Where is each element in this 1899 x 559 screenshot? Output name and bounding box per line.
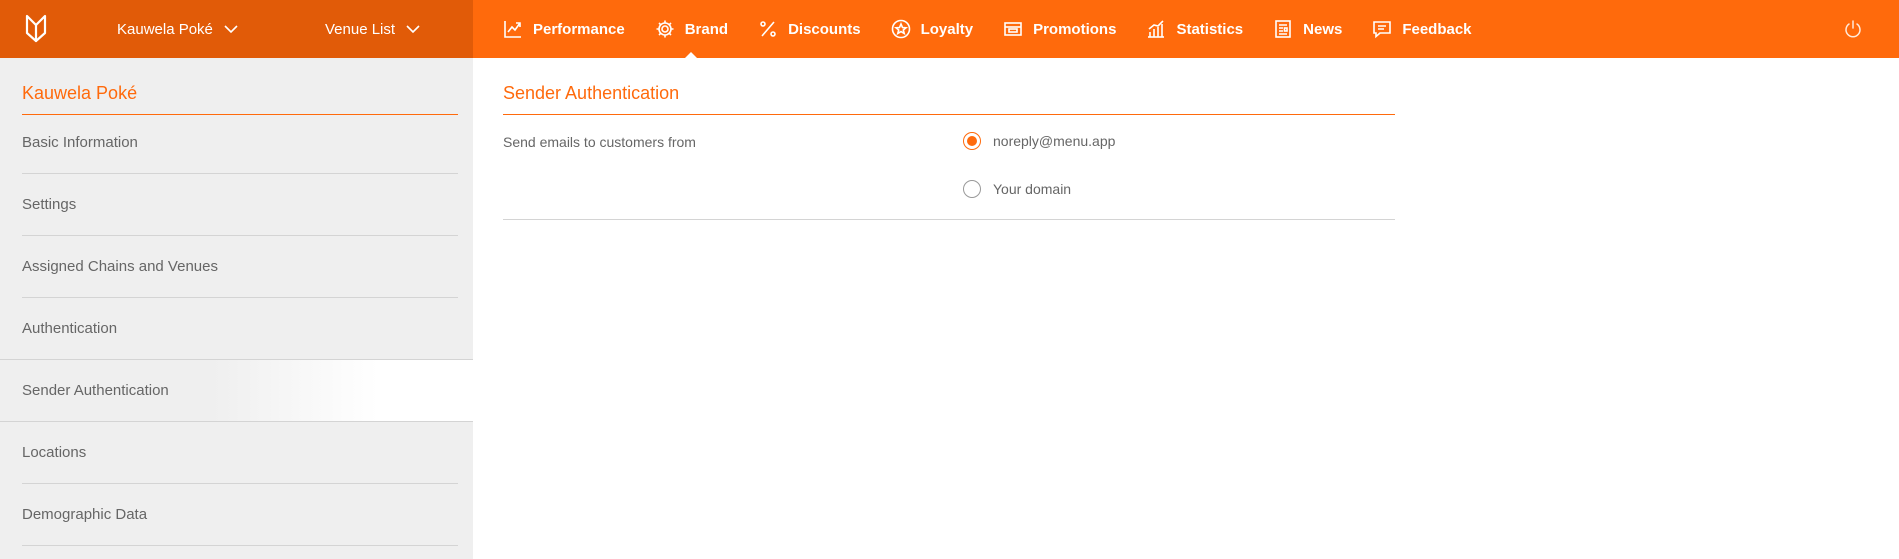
top-navigation-bar: Kauwela Poké Venue List Performance Bran… <box>0 0 1899 58</box>
nav-label: Performance <box>533 20 625 38</box>
brand-dropdown-label: Kauwela Poké <box>117 20 213 38</box>
sidebar-item-sender-authentication[interactable]: Sender Authentication <box>0 359 473 422</box>
promo-ticket-icon <box>1004 22 1022 36</box>
sidebar-item-assigned-chains-and-venues[interactable]: Assigned Chains and Venues <box>0 236 473 298</box>
percent-icon <box>760 21 776 37</box>
context-selector-area: Kauwela Poké Venue List <box>0 0 473 58</box>
sender-field-label: Send emails to customers from <box>503 134 696 150</box>
sidebar-item-basic-information[interactable]: Basic Information <box>0 112 473 174</box>
nav-label: Feedback <box>1402 20 1472 38</box>
nav-loyalty[interactable]: Loyalty <box>891 0 974 58</box>
brand-dropdown[interactable]: Kauwela Poké <box>117 0 239 58</box>
nav-brand[interactable]: Brand <box>655 0 728 58</box>
nav-label: Brand <box>684 20 729 38</box>
nav-label: Discounts <box>788 20 861 38</box>
radio-button-checked[interactable] <box>963 132 981 150</box>
radio-option-label: Your domain <box>993 181 1072 197</box>
nav-feedback[interactable]: Feedback <box>1372 0 1472 58</box>
sidebar-title: Kauwela Poké <box>22 83 458 115</box>
chat-icon <box>1373 21 1392 39</box>
sidebar-menu: Basic Information Settings Assigned Chai… <box>0 112 473 546</box>
app-logo-icon[interactable] <box>24 13 48 43</box>
venue-list-dropdown[interactable]: Venue List <box>325 0 421 58</box>
sidebar-item-authentication[interactable]: Authentication <box>0 298 473 360</box>
bar-chart-icon <box>1148 20 1165 38</box>
radio-option-noreply[interactable]: noreply@menu.app <box>963 132 1115 150</box>
sidebar-item-demographic-data[interactable]: Demographic Data <box>0 484 473 546</box>
radio-option-label: noreply@menu.app <box>993 133 1116 149</box>
nav-label: Promotions <box>1033 20 1117 38</box>
gear-icon <box>656 20 674 38</box>
nav-label: Loyalty <box>920 20 974 38</box>
star-badge-icon <box>891 19 910 39</box>
nav-discounts[interactable]: Discounts <box>758 0 861 58</box>
nav-statistics[interactable]: Statistics <box>1146 0 1243 58</box>
radio-option-your-domain[interactable]: Your domain <box>963 180 1071 198</box>
chevron-down-icon <box>224 25 238 34</box>
sidebar: Kauwela Poké Basic Information Settings … <box>0 58 473 559</box>
nav-performance[interactable]: Performance <box>503 0 625 58</box>
nav-label: Statistics <box>1176 20 1244 38</box>
power-icon[interactable] <box>1843 19 1863 39</box>
chevron-down-icon <box>406 25 420 34</box>
sidebar-item-settings[interactable]: Settings <box>0 174 473 236</box>
main-nav: Performance Brand Discounts Loyalty Prom… <box>473 0 1502 58</box>
newspaper-icon <box>1275 20 1291 38</box>
venue-dropdown-label: Venue List <box>325 20 396 38</box>
nav-promotions[interactable]: Promotions <box>1003 0 1116 58</box>
nav-label: News <box>1303 20 1343 38</box>
radio-button-unchecked[interactable] <box>963 180 981 198</box>
page-title: Sender Authentication <box>503 83 1395 115</box>
radio-dot <box>967 136 977 146</box>
sidebar-item-locations[interactable]: Locations <box>0 422 473 484</box>
trend-chart-icon <box>504 21 521 38</box>
nav-news[interactable]: News <box>1273 0 1342 58</box>
section-divider <box>503 219 1395 220</box>
